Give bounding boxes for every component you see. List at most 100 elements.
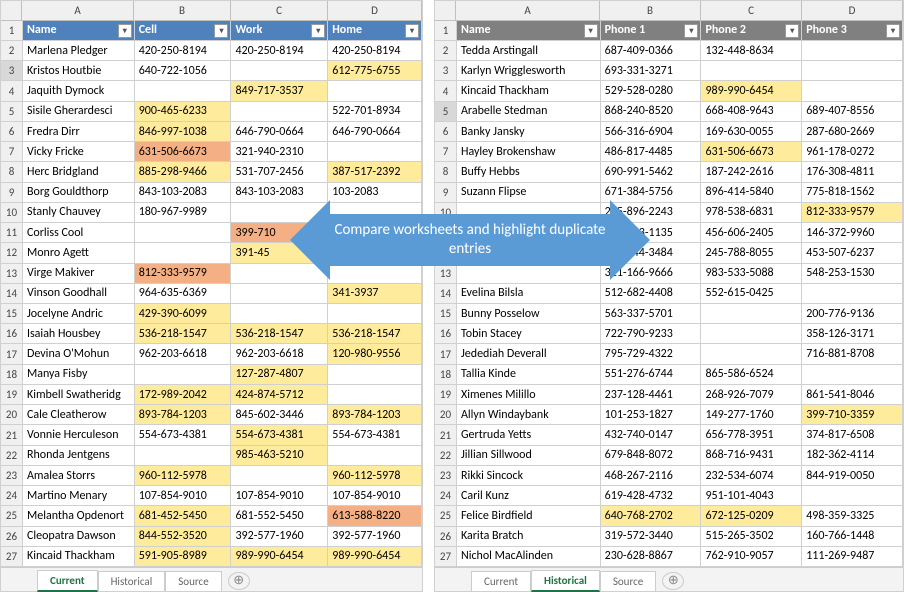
cell[interactable]: 319-572-3440 — [601, 527, 702, 546]
cell[interactable]: Jaquith Dymock — [23, 81, 135, 100]
table-row[interactable]: 24Martino Menary107-854-9010107-854-9010… — [1, 486, 422, 506]
cell[interactable]: Caril Kunz — [457, 486, 601, 505]
cell[interactable]: 127-287-4807 — [231, 365, 328, 384]
add-sheet-button[interactable]: ⊕ — [662, 572, 684, 590]
cell[interactable]: 845-602-3446 — [231, 405, 328, 424]
cell[interactable]: 392-577-1960 — [231, 527, 328, 546]
table-row[interactable]: 7Vicky Fricke631-506-6673321-940-2310 — [1, 142, 422, 162]
table-row[interactable]: 22Rhonda Jentgens985-463-5210 — [1, 446, 422, 466]
cell[interactable]: 983-533-5088 — [701, 264, 802, 283]
cell[interactable]: 656-778-3951 — [701, 425, 802, 444]
cell[interactable]: 844-552-3520 — [135, 527, 232, 546]
row-header-23[interactable]: 23 — [435, 466, 457, 485]
row-header-4[interactable]: 4 — [1, 81, 23, 100]
cell[interactable]: 551-276-6744 — [601, 365, 702, 384]
cell[interactable] — [231, 102, 328, 121]
sheet-tab-current[interactable]: Current — [471, 571, 531, 591]
table-header-name[interactable]: Name▾ — [23, 21, 135, 40]
row-header-27[interactable]: 27 — [435, 547, 457, 566]
cell[interactable]: 232-534-6074 — [701, 466, 802, 485]
table-row[interactable]: 6Fredra Dirr846-997-1038646-790-0664646-… — [1, 122, 422, 142]
cell[interactable]: 456-606-2405 — [701, 223, 802, 242]
cell[interactable]: 961-178-0272 — [802, 142, 903, 161]
cell[interactable] — [231, 466, 328, 485]
cell[interactable]: Tallia Kinde — [457, 365, 601, 384]
table-row[interactable]: 5Sisile Gherardesci900-465-6233522-701-8… — [1, 102, 422, 122]
cell[interactable]: 846-997-1038 — [135, 122, 232, 141]
cell[interactable]: 978-538-6831 — [701, 203, 802, 222]
cell[interactable]: 107-854-9010 — [135, 486, 232, 505]
cell[interactable]: 681-452-5450 — [135, 506, 232, 525]
cell[interactable]: 896-414-5840 — [701, 183, 802, 202]
row-header-25[interactable]: 25 — [435, 506, 457, 525]
cell[interactable]: 529-528-0280 — [601, 81, 702, 100]
cell[interactable]: 690-991-5462 — [601, 162, 702, 181]
cell[interactable]: 103-2083 — [328, 183, 422, 202]
cell[interactable]: Corliss Cool — [23, 223, 135, 242]
cell[interactable]: 531-707-2456 — [231, 162, 328, 181]
row-header-18[interactable]: 18 — [435, 365, 457, 384]
table-row[interactable]: 27Nichol MacAlinden230-628-8867762-910-9… — [435, 547, 903, 567]
cell[interactable]: Amalea Storrs — [23, 466, 135, 485]
row-header-8[interactable]: 8 — [435, 162, 457, 181]
cell[interactable]: 844-919-0050 — [802, 466, 903, 485]
cell[interactable] — [802, 81, 903, 100]
table-header-name[interactable]: Name▾ — [457, 21, 601, 40]
table-row[interactable]: 15Bunny Posselow563-337-5701200-776-9136 — [435, 304, 903, 324]
cell[interactable]: 843-103-2083 — [231, 183, 328, 202]
cell[interactable] — [701, 344, 802, 363]
sheet-tab-source[interactable]: Source — [600, 571, 656, 591]
table-row[interactable]: 22Jillian Sillwood679-848-8072868-716-94… — [435, 446, 903, 466]
cell[interactable]: 536-218-1547 — [231, 324, 328, 343]
cell[interactable] — [135, 446, 232, 465]
cell[interactable]: Martino Menary — [23, 486, 135, 505]
cell[interactable]: Karlyn Wrigglesworth — [457, 61, 601, 80]
cell[interactable]: 107-854-9010 — [328, 486, 422, 505]
cell[interactable]: Stanly Chauvey — [23, 203, 135, 222]
cell[interactable] — [802, 41, 903, 60]
filter-dropdown-icon[interactable]: ▾ — [214, 24, 228, 38]
cell[interactable]: 146-372-9960 — [802, 223, 903, 242]
cell[interactable] — [802, 486, 903, 505]
cell[interactable]: Kincaid Thackham — [23, 547, 135, 566]
cell[interactable]: 812-333-9579 — [135, 264, 232, 283]
cell[interactable]: 962-203-6618 — [231, 344, 328, 363]
cell[interactable]: Borg Gouldthorp — [23, 183, 135, 202]
row-header-14[interactable]: 14 — [1, 284, 23, 303]
row-header-4[interactable]: 4 — [435, 81, 457, 100]
table-row[interactable]: 21Gertruda Yetts432-740-0147656-778-3951… — [435, 425, 903, 445]
cell[interactable]: 111-269-9487 — [802, 547, 903, 566]
cell[interactable]: 985-463-5210 — [231, 446, 328, 465]
filter-dropdown-icon[interactable]: ▾ — [311, 24, 325, 38]
cell[interactable]: 893-784-1203 — [135, 405, 232, 424]
cell[interactable]: 548-253-1530 — [802, 264, 903, 283]
cell[interactable]: 554-673-4381 — [135, 425, 232, 444]
row-header-19[interactable]: 19 — [435, 385, 457, 404]
table-row[interactable]: 8Buffy Hebbs690-991-5462187-242-2616176-… — [435, 162, 903, 182]
table-row[interactable]: 2Marlena Pledger420-250-8194420-250-8194… — [1, 41, 422, 61]
table-row[interactable]: 20Allyn Windaybank101-253-1827149-277-17… — [435, 405, 903, 425]
cell[interactable] — [231, 304, 328, 323]
cell[interactable]: 321-940-2310 — [231, 142, 328, 161]
cell[interactable]: 420-250-8194 — [135, 41, 232, 60]
filter-dropdown-icon[interactable]: ▾ — [584, 24, 598, 38]
cell[interactable] — [328, 304, 422, 323]
cell[interactable]: 245-788-8055 — [701, 243, 802, 262]
cell[interactable]: Monro Agett — [23, 243, 135, 262]
table-row[interactable]: 3Kristos Houtbie640-722-1056612-775-6755 — [1, 61, 422, 81]
cell[interactable]: Bunny Posselow — [457, 304, 601, 323]
row-header-12[interactable]: 12 — [1, 243, 23, 262]
filter-dropdown-icon[interactable]: ▾ — [785, 24, 799, 38]
cell[interactable]: 861-541-8046 — [802, 385, 903, 404]
table-row[interactable]: 6Banky Jansky566-316-6904169-630-0055287… — [435, 122, 903, 142]
cell[interactable]: 180-967-9989 — [135, 203, 232, 222]
cell[interactable]: 200-776-9136 — [802, 304, 903, 323]
cell[interactable]: 989-990-6454 — [701, 81, 802, 100]
cell[interactable]: 613-588-8220 — [328, 506, 422, 525]
cell[interactable]: Tobin Stacey — [457, 324, 601, 343]
cell[interactable]: Karita Bratch — [457, 527, 601, 546]
table-header-phone 3[interactable]: Phone 3▾ — [802, 21, 903, 40]
cell[interactable] — [135, 223, 232, 242]
table-row[interactable]: 19Kimbell Swatheridg172-989-2042424-874-… — [1, 385, 422, 405]
table-row[interactable]: 2Tedda Arstingall687-409-0366132-448-863… — [435, 41, 903, 61]
